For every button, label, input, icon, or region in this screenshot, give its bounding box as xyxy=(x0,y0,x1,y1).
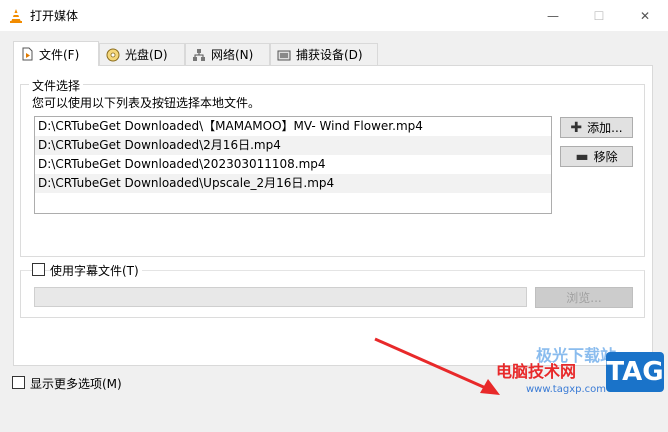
watermark-url: www.tagxp.com xyxy=(526,384,606,395)
tab-file[interactable]: 文件(F) xyxy=(13,41,99,66)
add-button-label: 添加... xyxy=(587,121,623,135)
minus-icon: ▬ xyxy=(575,148,589,165)
tab-capture-device[interactable]: 捕获设备(D) xyxy=(270,43,378,65)
network-icon xyxy=(193,48,205,61)
tab-label: 网络(N) xyxy=(211,48,254,62)
maximize-icon: ☐ xyxy=(593,8,605,23)
tab-label: 文件(F) xyxy=(39,47,80,62)
file-selection-hint: 您可以使用以下列表及按钮选择本地文件。 xyxy=(32,96,261,110)
minimize-button[interactable]: — xyxy=(530,0,576,31)
vlc-cone-icon xyxy=(10,9,22,23)
close-button[interactable]: ✕ xyxy=(622,0,668,31)
window-title: 打开媒体 xyxy=(30,9,79,23)
browse-button[interactable]: 浏览... xyxy=(535,287,633,308)
add-button[interactable]: ✚ 添加... xyxy=(560,117,633,138)
remove-button[interactable]: ▬ 移除 xyxy=(560,146,633,167)
title-bar: 打开媒体 — ☐ ✕ xyxy=(0,0,668,31)
group-title: 文件选择 xyxy=(29,77,84,94)
tab-network[interactable]: 网络(N) xyxy=(185,43,270,65)
subtitle-checkbox[interactable] xyxy=(32,263,45,276)
list-item[interactable]: D:\CRTubeGet Downloaded\202303011108.mp4 xyxy=(35,155,551,174)
list-item[interactable]: D:\CRTubeGet Downloaded\2月16日.mp4 xyxy=(35,136,551,155)
minimize-icon: — xyxy=(547,8,559,23)
list-item[interactable]: D:\CRTubeGet Downloaded\【MAMAMOO】MV- Win… xyxy=(35,117,551,136)
watermark-tag-logo: TAG xyxy=(606,352,664,392)
tab-label: 捕获设备(D) xyxy=(296,48,363,62)
capture-device-icon xyxy=(277,50,291,60)
list-item[interactable]: D:\CRTubeGet Downloaded\Upscale_2月16日.mp… xyxy=(35,174,551,193)
disc-icon xyxy=(106,48,120,61)
watermark-site-name: 电脑技术网 xyxy=(496,362,577,381)
watermark: 极光下载站 电脑技术网 www.tagxp.com TAG xyxy=(486,342,668,432)
subtitle-checkbox-label[interactable]: 使用字幕文件(T) xyxy=(50,262,142,279)
subtitle-file-input[interactable] xyxy=(34,287,527,307)
close-icon: ✕ xyxy=(639,8,651,23)
file-list[interactable]: D:\CRTubeGet Downloaded\【MAMAMOO】MV- Win… xyxy=(34,116,552,214)
browse-button-label: 浏览... xyxy=(566,291,602,305)
maximize-button[interactable]: ☐ xyxy=(576,0,622,31)
plus-icon: ✚ xyxy=(570,119,583,136)
tab-disc[interactable]: 光盘(D) xyxy=(99,43,185,65)
tab-label: 光盘(D) xyxy=(125,48,168,62)
file-icon xyxy=(22,47,33,61)
more-options-checkbox[interactable] xyxy=(12,376,25,389)
file-tab-panel: 文件选择 您可以使用以下列表及按钮选择本地文件。 D:\CRTubeGet Do… xyxy=(13,65,653,366)
remove-button-label: 移除 xyxy=(593,150,618,164)
more-options-label[interactable]: 显示更多选项(M) xyxy=(30,375,122,392)
